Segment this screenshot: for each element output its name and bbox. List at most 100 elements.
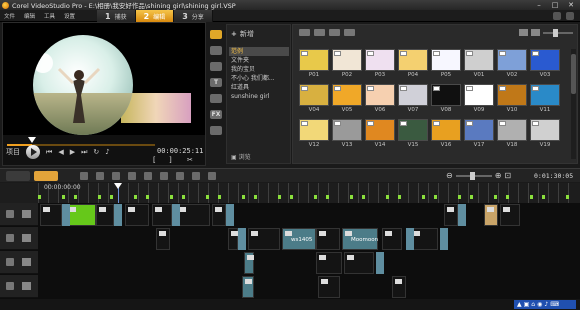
- media-thumbnail[interactable]: V07: [398, 84, 428, 115]
- mark-out-button[interactable]: ]: [169, 156, 172, 164]
- chapter-marker[interactable]: [398, 195, 401, 199]
- timeline-clip[interactable]: [500, 204, 520, 226]
- timeline-clip[interactable]: [242, 276, 254, 298]
- chapter-marker[interactable]: [530, 195, 533, 199]
- volume-button[interactable]: ♪: [105, 148, 109, 156]
- transition-clip[interactable]: [172, 204, 180, 226]
- transition-clip[interactable]: [114, 204, 122, 226]
- timeline-clip[interactable]: [125, 204, 149, 226]
- thumbnail-size-slider[interactable]: [543, 28, 573, 37]
- transition-icon[interactable]: [210, 62, 222, 71]
- chapter-marker[interactable]: [218, 195, 221, 199]
- chapter-marker[interactable]: [134, 195, 137, 199]
- tray-icon[interactable]: ▣: [524, 301, 530, 308]
- fit-project-icon[interactable]: ⊡: [504, 171, 511, 180]
- timeline-clip[interactable]: [248, 228, 280, 250]
- media-thumbnail[interactable]: V15: [398, 119, 428, 150]
- media-thumbnail[interactable]: P04: [398, 49, 428, 80]
- folder-item[interactable]: sunshine girl: [229, 92, 289, 101]
- next-frame-button[interactable]: ▶: [70, 148, 75, 156]
- chapter-marker[interactable]: [170, 195, 173, 199]
- timeline-view-button[interactable]: [34, 171, 58, 181]
- step-share-tab[interactable]: 3 分享: [174, 10, 213, 22]
- chapter-marker[interactable]: [506, 195, 509, 199]
- timeline-ruler[interactable]: 00:00:00:00: [0, 183, 580, 289]
- zoom-in-icon[interactable]: ⊕: [495, 171, 502, 180]
- transition-clip[interactable]: [226, 204, 234, 226]
- media-thumbnail[interactable]: V02: [497, 49, 527, 80]
- media-icon[interactable]: [210, 30, 222, 39]
- help-icon[interactable]: [553, 12, 561, 20]
- track-visibility-icon[interactable]: [6, 234, 14, 242]
- chapter-marker[interactable]: [458, 195, 461, 199]
- chapter-marker[interactable]: [422, 195, 425, 199]
- browse-button[interactable]: ▣ 浏览: [231, 152, 251, 161]
- media-thumbnail[interactable]: P02: [332, 49, 362, 80]
- split-icon[interactable]: ✂: [187, 156, 193, 164]
- media-thumbnail[interactable]: V18: [497, 119, 527, 150]
- media-thumbnail[interactable]: V19: [530, 119, 560, 150]
- chapter-marker[interactable]: [206, 195, 209, 199]
- settings-icon[interactable]: [566, 12, 574, 20]
- folder-item[interactable]: 文件夹: [229, 56, 289, 65]
- media-thumbnail[interactable]: V09: [464, 84, 494, 115]
- media-thumbnail[interactable]: V01: [464, 49, 494, 80]
- chapter-marker[interactable]: [350, 195, 353, 199]
- show-audio-icon[interactable]: [344, 29, 355, 36]
- media-thumbnail[interactable]: P01: [299, 49, 329, 80]
- sound-mixer-icon[interactable]: [128, 172, 136, 180]
- scrubber-handle[interactable]: [28, 137, 37, 143]
- transition-clip[interactable]: [406, 228, 414, 250]
- motion-tracking-icon[interactable]: [160, 172, 168, 180]
- timeline-clip[interactable]: [156, 228, 170, 250]
- timeline-clip[interactable]: [96, 204, 114, 226]
- media-thumbnail[interactable]: V11: [530, 84, 560, 115]
- zoom-out-icon[interactable]: ⊖: [446, 171, 453, 180]
- tray-icon[interactable]: ♪: [544, 301, 548, 308]
- chapter-marker[interactable]: [146, 195, 149, 199]
- transition-clip[interactable]: [238, 228, 246, 250]
- auto-music-icon[interactable]: [144, 172, 152, 180]
- library-scrollbar[interactable]: [571, 49, 576, 159]
- timeline-clip[interactable]: [66, 204, 96, 226]
- timeline-clip[interactable]: [316, 252, 342, 274]
- media-thumbnail[interactable]: V12: [299, 119, 329, 150]
- show-photos-icon[interactable]: [329, 29, 340, 36]
- minimize-button[interactable]: –: [533, 1, 545, 9]
- menu-file[interactable]: 文件: [4, 12, 15, 20]
- media-thumbnail[interactable]: V03: [530, 49, 560, 80]
- chapter-marker[interactable]: [278, 195, 281, 199]
- media-thumbnail[interactable]: V06: [365, 84, 395, 115]
- chapter-marker[interactable]: [38, 195, 41, 199]
- media-thumbnail[interactable]: V17: [464, 119, 494, 150]
- menu-settings[interactable]: 设置: [64, 12, 75, 20]
- screen-record-icon[interactable]: [208, 172, 216, 180]
- chapter-marker[interactable]: [74, 195, 77, 199]
- chapter-marker[interactable]: [362, 195, 365, 199]
- close-button[interactable]: ✕: [565, 1, 577, 9]
- undo-icon[interactable]: [80, 172, 88, 180]
- transition-clip[interactable]: [440, 228, 448, 250]
- menu-tools[interactable]: 工具: [44, 12, 55, 20]
- chapter-marker[interactable]: [434, 195, 437, 199]
- track-visibility-icon[interactable]: [6, 282, 14, 290]
- chapter-marker[interactable]: [386, 195, 389, 199]
- timeline-clip[interactable]: Moomoon: [342, 228, 378, 250]
- list-view-icon[interactable]: [519, 29, 528, 36]
- timeline-clip[interactable]: [392, 276, 406, 298]
- redo-icon[interactable]: [96, 172, 104, 180]
- chapter-marker[interactable]: [566, 195, 569, 199]
- import-media-icon[interactable]: [299, 29, 310, 36]
- subtitle-editor-icon[interactable]: [176, 172, 184, 180]
- zoom-handle[interactable]: [469, 171, 475, 180]
- title-icon[interactable]: T: [210, 78, 222, 87]
- chapter-marker[interactable]: [542, 195, 545, 199]
- timeline-clip[interactable]: [244, 252, 254, 274]
- step-edit-tab[interactable]: 2 编辑: [135, 10, 175, 22]
- chapter-marker[interactable]: [290, 195, 293, 199]
- multi-camera-icon[interactable]: [192, 172, 200, 180]
- transition-clip[interactable]: [458, 204, 466, 226]
- slider-handle[interactable]: [553, 28, 558, 37]
- chapter-marker[interactable]: [62, 195, 65, 199]
- menu-edit[interactable]: 编辑: [24, 12, 35, 20]
